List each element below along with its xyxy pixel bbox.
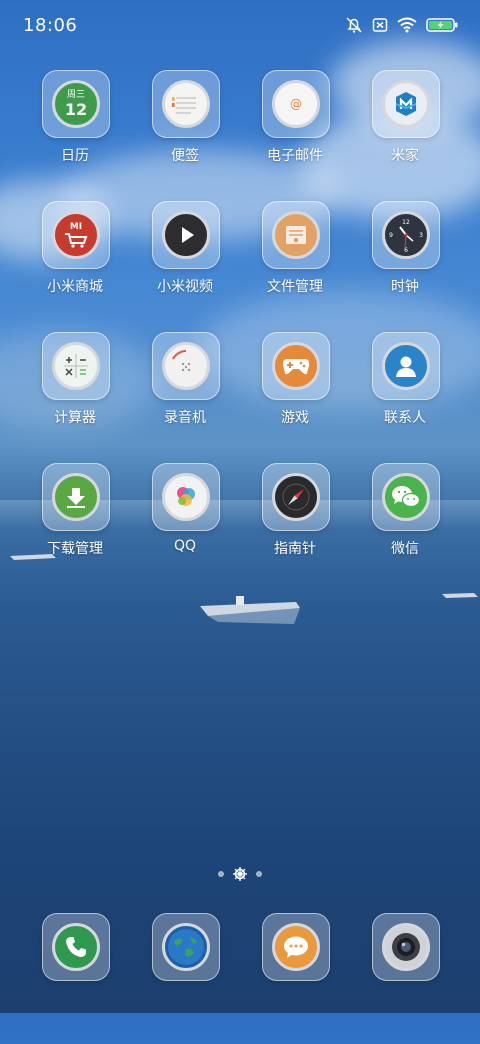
mijia-icon [382,80,430,128]
contacts-icon [382,342,430,390]
app-download[interactable]: 下载管理 [20,463,130,594]
status-bar: 18:06 [0,0,480,52]
app-label: 下载管理 [47,541,103,557]
qq-icon [162,473,210,521]
svg-text:12: 12 [402,219,410,226]
app-notes[interactable]: 便签 [130,70,240,201]
browser-icon [162,923,210,971]
app-compass[interactable]: 指南针 [240,463,350,594]
messages-icon [272,923,320,971]
clock-icon: 12 3 6 9 [382,211,430,259]
page-indicator[interactable] [0,864,480,884]
app-label: QQ [173,538,197,554]
phone-icon [52,923,100,971]
app-label: 指南针 [274,541,316,557]
svg-text:9: 9 [389,232,393,239]
notes-icon [162,80,210,128]
app-label: 录音机 [164,410,206,426]
svg-text:3: 3 [419,232,423,239]
dock-browser[interactable] [130,913,240,1044]
app-email[interactable]: @ 电子邮件 [240,70,350,201]
app-mi-store[interactable]: MI 小米商城 [20,201,130,332]
app-mijia[interactable]: 米家 [350,70,460,201]
no-sim-icon [372,18,388,32]
app-label: 米家 [391,148,419,164]
calculator-icon [52,342,100,390]
app-label: 日历 [61,148,89,164]
app-label: 联系人 [384,410,426,426]
dock-messages[interactable] [240,913,350,1044]
app-label: 微信 [391,541,419,557]
app-label: 小米视频 [157,279,213,295]
dock-phone[interactable] [20,913,130,1044]
app-label: 游戏 [281,410,309,426]
compass-icon [272,473,320,521]
home-page-wheel-icon [233,867,247,881]
app-game[interactable]: 游戏 [240,332,350,463]
video-icon [162,211,210,259]
app-label: 小米商城 [47,279,103,295]
app-calculator[interactable]: 计算器 [20,332,130,463]
mi-store-icon: MI [52,211,100,259]
mute-bell-icon [346,17,362,33]
svg-text:6: 6 [404,247,408,254]
status-time: 18:06 [23,15,78,36]
file-manager-icon [272,211,320,259]
app-qq[interactable]: QQ [130,463,240,594]
wifi-icon [397,17,417,33]
email-icon: @ [272,80,320,128]
recorder-icon [162,342,210,390]
wechat-icon [382,473,430,521]
app-label: 电子邮件 [267,148,323,164]
app-clock[interactable]: 12 3 6 9 时钟 [350,201,460,332]
dock-camera[interactable] [350,913,460,1044]
app-wechat[interactable]: 微信 [350,463,460,594]
app-label: 计算器 [54,410,96,426]
app-label: 时钟 [391,279,419,295]
page-dot [256,871,262,877]
camera-icon [382,923,430,971]
battery-charging-icon [426,18,458,32]
app-recorder[interactable]: 录音机 [130,332,240,463]
app-label: 文件管理 [267,279,323,295]
app-video[interactable]: 小米视频 [130,201,240,332]
game-icon [272,342,320,390]
app-file-manager[interactable]: 文件管理 [240,201,350,332]
page-dot [218,871,224,877]
download-icon [52,473,100,521]
app-label: 便签 [171,148,199,164]
app-contacts[interactable]: 联系人 [350,332,460,463]
calendar-icon: 周三 12 [52,80,100,128]
app-calendar[interactable]: 周三 12 日历 [20,70,130,201]
